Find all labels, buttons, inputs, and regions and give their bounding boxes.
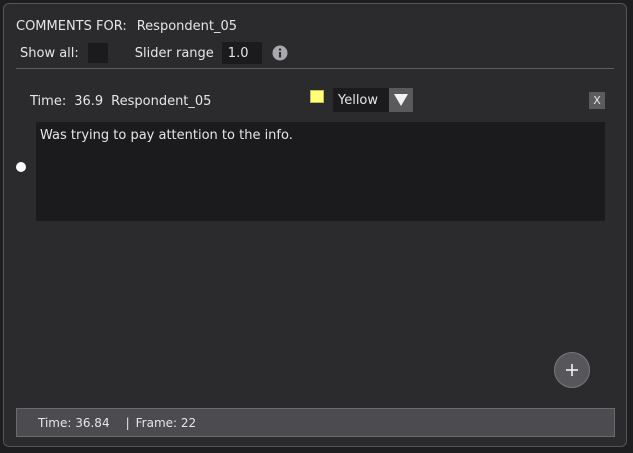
header-respondent-name: Respondent_05 (136, 18, 238, 34)
color-dropdown-value: Yellow (338, 92, 379, 108)
show-all-label: Show all: (20, 45, 79, 61)
status-time: Time: 36.84 (38, 415, 110, 430)
status-bar: Time: 36.84 | Frame: 22 (16, 408, 615, 437)
slider-range-input[interactable] (221, 42, 262, 64)
slider-range-label: Slider range (134, 45, 214, 61)
comments-for-label: COMMENTS FOR: (16, 18, 127, 34)
comments-panel: COMMENTS FOR: Respondent_05 Show all: Sl… (3, 3, 627, 447)
add-comment-button[interactable] (554, 352, 590, 388)
comments-header: COMMENTS FOR: Respondent_05 (16, 18, 237, 34)
options-row: Show all: Slider range (20, 41, 288, 65)
show-all-checkbox[interactable] (86, 42, 109, 64)
comment-text-area[interactable]: Was trying to pay attention to the info. (36, 122, 605, 221)
plus-icon (566, 364, 578, 376)
triangle-down-icon (394, 94, 408, 106)
header-divider (16, 68, 614, 69)
comment-marker-dot[interactable] (16, 162, 26, 172)
dropdown-arrow[interactable] (389, 88, 413, 112)
info-icon[interactable] (272, 45, 288, 61)
status-separator: | (125, 415, 130, 430)
color-swatch (310, 90, 324, 103)
comment-time-label: Time: (30, 93, 67, 109)
comment-time-value: 36.9 (74, 93, 104, 109)
comment-respondent: Respondent_05 (111, 93, 212, 109)
color-dropdown[interactable]: Yellow (333, 88, 413, 112)
delete-comment-button[interactable]: X (589, 92, 605, 109)
status-frame: Frame: 22 (135, 415, 197, 430)
comment-header: Time: 36.9 Respondent_05 (30, 93, 219, 109)
